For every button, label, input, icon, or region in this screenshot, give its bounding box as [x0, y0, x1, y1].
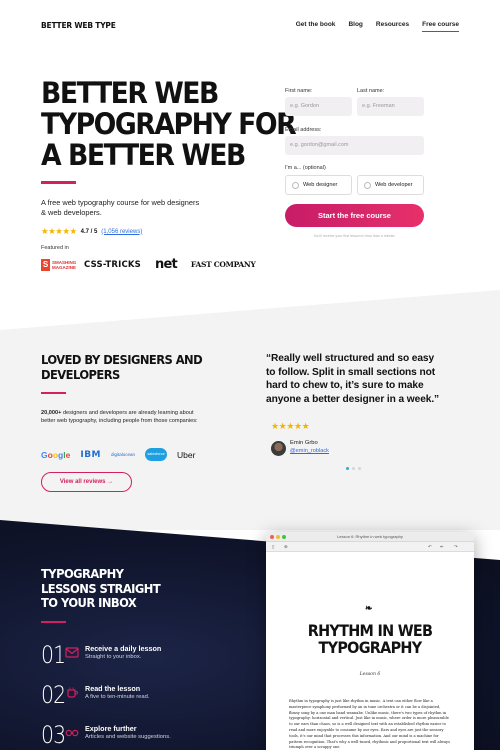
- testimonial-quote: “Really well structured and so easy to f…: [266, 353, 440, 405]
- nav-free-course[interactable]: Free course: [422, 21, 459, 32]
- step-subtitle: Articles and website suggestions.: [85, 734, 171, 740]
- lesson-page: ❧ RHYTHM IN WEB TYPOGRAPHY Lesson 6 Rhyt…: [266, 552, 474, 750]
- step-number: 03: [41, 721, 66, 749]
- email-label: Email address:: [285, 127, 322, 133]
- lessons-accent-bar: [41, 621, 66, 623]
- lesson-number: Lesson 6: [359, 672, 381, 677]
- email-field[interactable]: e.g. gordon@gmail.com: [285, 136, 424, 155]
- featured-label: Featured in: [41, 245, 69, 251]
- zoom-icon[interactable]: ⊕: [284, 544, 288, 550]
- role-option-label: Web developer: [375, 182, 413, 188]
- rating-row: ★★★★★ 4.7 / 5 (1,056 reviews): [41, 226, 142, 237]
- last-name-field[interactable]: e.g. Freeman: [357, 97, 424, 116]
- carousel-dot-1[interactable]: [346, 467, 349, 470]
- hero-accent-bar: [41, 181, 76, 184]
- press-logos: S SMASHING MAGAZINE CSS-TRICKS net FAST …: [41, 257, 256, 272]
- envelope-icon: [65, 647, 79, 658]
- step-subtitle: A five to ten-minute read.: [85, 694, 150, 700]
- lesson-title: RHYTHM IN WEB TYPOGRAPHY: [276, 622, 463, 656]
- net-magazine-logo: net: [155, 257, 178, 272]
- coffee-cup-icon: [67, 687, 78, 698]
- site-logo[interactable]: BETTER WEB TYPE: [41, 21, 116, 30]
- social-proof-title-line-1: LOVED BY DESIGNERS AND: [41, 352, 203, 367]
- rating-stars-icon: ★★★★★: [41, 226, 77, 236]
- first-name-label: First name:: [285, 88, 313, 94]
- sidebar-toggle-icon[interactable]: ▯: [272, 544, 274, 550]
- css-tricks-logo: CSS-TRICKS: [84, 259, 141, 270]
- first-name-field[interactable]: e.g. Gordon: [285, 97, 352, 116]
- carousel-dots: [346, 467, 361, 470]
- role-label: I'm a... (optional): [285, 165, 326, 171]
- hero-title-line-2: TYPOGRAPHY FOR: [41, 107, 297, 141]
- testimonial-author: Emin Grbo: [290, 440, 318, 446]
- step-number: 02: [41, 681, 66, 709]
- last-name-label: Last name:: [357, 88, 385, 94]
- company-logos: Google IBM digitalocean salesforce Uber: [41, 448, 195, 461]
- forward-icon[interactable]: ↷: [454, 544, 458, 550]
- hero-title-line-1: BETTER WEB: [41, 76, 219, 110]
- salesforce-logo: salesforce: [145, 448, 168, 461]
- hero-title-line-3: A BETTER WEB: [41, 138, 246, 172]
- avatar: [271, 441, 286, 456]
- step-subtitle: Straight to your inbox.: [85, 654, 142, 660]
- testimonial-stars-icon: ★★★★★: [271, 421, 310, 431]
- reply-all-icon[interactable]: ↞: [440, 544, 444, 550]
- window-toolbar: ▯ ⊕ ↶ ↞ ↷: [266, 542, 474, 552]
- social-proof-text: 20,000+ designers and developers are alr…: [41, 410, 198, 424]
- role-option-label: Web designer: [303, 182, 338, 188]
- carousel-dot-3[interactable]: [358, 467, 361, 470]
- nav-resources[interactable]: Resources: [376, 21, 409, 32]
- social-proof-accent-bar: [41, 392, 66, 394]
- start-course-button[interactable]: Start the free course: [285, 204, 424, 227]
- window-title-bar: Lesson 6: Rhythm in web typography: [266, 532, 474, 542]
- window-title: Lesson 6: Rhythm in web typography: [337, 534, 403, 539]
- lessons-title: TYPOGRAPHY LESSONS STRAIGHT TO YOUR INBO…: [41, 566, 161, 611]
- signup-fine-print: You'll receive your first lesson in less…: [313, 234, 396, 238]
- nav-blog[interactable]: Blog: [348, 21, 362, 32]
- carousel-dot-2[interactable]: [352, 467, 355, 470]
- rating-value: 4.7 / 5: [80, 228, 98, 235]
- role-option-web-designer[interactable]: Web designer: [285, 175, 352, 195]
- ibm-logo: IBM: [80, 449, 102, 460]
- main-nav: Get the book Blog Resources Free course: [296, 21, 459, 32]
- lessons-title-line-2: LESSONS STRAIGHT: [41, 580, 161, 596]
- nav-get-the-book[interactable]: Get the book: [296, 21, 336, 32]
- hero-title: BETTER WEB TYPOGRAPHY FOR A BETTER WEB: [41, 76, 297, 172]
- uber-logo: Uber: [177, 449, 196, 460]
- lessons-title-line-1: TYPOGRAPHY: [41, 566, 124, 581]
- lesson-title-line-1: RHYTHM IN WEB: [307, 621, 433, 640]
- reply-icon[interactable]: ↶: [428, 544, 432, 550]
- digitalocean-logo: digitalocean: [111, 452, 136, 457]
- fast-company-logo: FAST COMPANY: [190, 260, 256, 269]
- hero-subtitle: A free web typography course for web des…: [41, 198, 200, 217]
- social-proof-title: LOVED BY DESIGNERS AND DEVELOPERS: [41, 352, 203, 382]
- rating-count-link[interactable]: (1,056 reviews): [101, 229, 142, 235]
- testimonial-author-handle[interactable]: @emin_roblack: [290, 448, 329, 454]
- social-proof-title-line-2: DEVELOPERS: [41, 367, 120, 382]
- lesson-preview-window: Lesson 6: Rhythm in web typography ▯ ⊕ ↶…: [266, 532, 474, 750]
- radio-icon: [364, 181, 371, 189]
- fleuron-icon: ❧: [365, 604, 373, 614]
- lesson-title-line-2: TYPOGRAPHY: [318, 638, 423, 657]
- step-title: Receive a daily lesson: [85, 644, 162, 653]
- radio-icon: [292, 181, 299, 189]
- view-all-reviews-button[interactable]: View all reviews →: [41, 472, 132, 492]
- glasses-icon: [65, 729, 79, 737]
- step-title: Read the lesson: [85, 684, 141, 693]
- smashing-magazine-logo: S SMASHING MAGAZINE: [41, 258, 77, 271]
- step-title: Explore further: [85, 724, 137, 733]
- lesson-body: Rhythm in typography is just like rhythm…: [289, 699, 450, 750]
- lessons-title-line-3: TO YOUR INBOX: [41, 595, 137, 610]
- role-option-web-developer[interactable]: Web developer: [357, 175, 424, 195]
- top-bar: BETTER WEB TYPE Get the book Blog Resour…: [0, 0, 500, 50]
- google-logo: Google: [41, 449, 71, 460]
- step-number: 01: [41, 641, 66, 669]
